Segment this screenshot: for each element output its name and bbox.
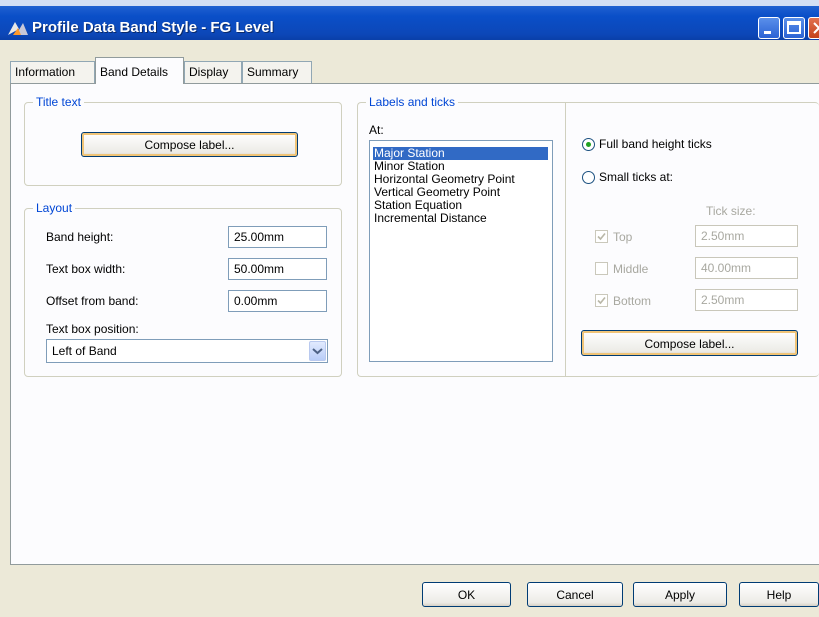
minimize-button[interactable] [758, 17, 780, 39]
small-ticks-label: Small ticks at: [599, 170, 674, 184]
full-band-height-radio[interactable] [582, 138, 595, 151]
dropdown-arrow-button[interactable] [309, 341, 326, 361]
bottom-tick-size-input[interactable]: 2.50mm [695, 289, 798, 311]
radio-selected-dot [586, 142, 591, 147]
title-text-group-label: Title text [33, 95, 84, 109]
full-band-height-label: Full band height ticks [599, 137, 712, 151]
bottom-checkbox[interactable] [595, 294, 608, 307]
ok-button[interactable]: OK [422, 582, 511, 607]
band-height-label: Band height: [46, 230, 114, 244]
bottom-label: Bottom [613, 294, 652, 308]
app-icon [8, 22, 28, 35]
band-height-input[interactable]: 25.00mm [228, 226, 327, 248]
top-label: Top [613, 230, 633, 244]
text-box-width-input[interactable]: 50.00mm [228, 258, 327, 280]
close-button[interactable] [808, 17, 819, 39]
tab-summary[interactable]: Summary [242, 61, 312, 83]
offset-from-band-label: Offset from band: [46, 294, 139, 308]
layout-group-label: Layout [33, 201, 76, 215]
tick-size-label: Tick size: [706, 204, 756, 218]
cancel-button[interactable]: Cancel [527, 582, 623, 607]
maximize-icon [787, 21, 801, 34]
top-tick-size-input[interactable]: 2.50mm [695, 225, 798, 247]
title-compose-label-button[interactable]: Compose label... [81, 132, 298, 157]
checkmark-icon [597, 232, 606, 241]
checkmark-icon [597, 296, 606, 305]
labels-ticks-group-label: Labels and ticks [366, 95, 459, 109]
title-bar: Profile Data Band Style - FG Level [0, 0, 819, 40]
tab-display[interactable]: Display [184, 61, 242, 83]
middle-label: Middle [613, 262, 649, 276]
at-label: At: [369, 123, 384, 137]
title-bar-strip [0, 0, 819, 6]
middle-tick-size-input[interactable]: 40.00mm [695, 257, 798, 279]
close-icon [813, 22, 819, 34]
text-box-position-label: Text box position: [46, 322, 139, 336]
top-checkbox[interactable] [595, 230, 608, 243]
tab-band-details[interactable]: Band Details [95, 57, 184, 84]
help-button[interactable]: Help [739, 582, 819, 607]
small-ticks-radio[interactable] [582, 171, 595, 184]
offset-from-band-input[interactable]: 0.00mm [228, 290, 327, 312]
station-list[interactable]: Major Station Minor Station Horizontal G… [369, 140, 553, 362]
chevron-down-icon [312, 348, 323, 355]
minimize-icon [764, 31, 771, 34]
labels-ticks-divider [565, 102, 566, 377]
window-title: Profile Data Band Style - FG Level [32, 19, 274, 36]
text-box-position-select[interactable]: Left of Band [46, 339, 328, 363]
maximize-button[interactable] [783, 17, 805, 39]
apply-button[interactable]: Apply [633, 582, 727, 607]
text-box-width-label: Text box width: [46, 262, 126, 276]
text-box-position-value: Left of Band [52, 344, 117, 358]
middle-checkbox[interactable] [595, 262, 608, 275]
ticks-compose-label-button[interactable]: Compose label... [581, 330, 798, 356]
list-item-incremental-distance[interactable]: Incremental Distance [373, 212, 487, 225]
tab-information[interactable]: Information [10, 61, 95, 83]
